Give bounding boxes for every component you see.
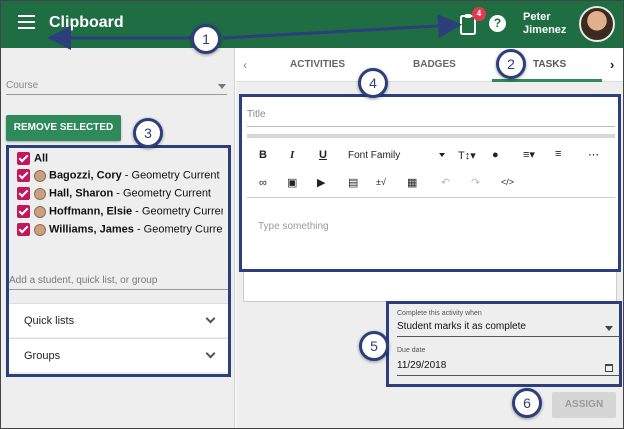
completion-select[interactable]: Student marks it as complete — [397, 321, 526, 332]
completion-label: Complete this activity when — [397, 310, 482, 317]
chevron-down-icon — [205, 348, 216, 359]
completion-settings: Complete this activity when Student mark… — [386, 301, 622, 387]
activity-panel: ‹ ACTIVITIES BADGES TASKS › Title B I U … — [236, 48, 623, 428]
checkbox-checked-icon[interactable] — [17, 169, 30, 182]
student-group: - Geometry Current — [133, 223, 223, 236]
tab-tasks[interactable]: TASKS — [533, 59, 566, 70]
toolbar-divider — [247, 134, 615, 138]
groups-label: Groups — [24, 350, 61, 362]
color-drop-icon[interactable]: ● — [492, 149, 499, 161]
student-row[interactable]: Hoffmann, Elsie - Geometry Current — [17, 205, 223, 222]
undo-icon[interactable]: ↶ — [441, 176, 450, 189]
underline-icon[interactable]: U — [319, 149, 327, 161]
callout-4: 4 — [358, 68, 388, 98]
font-family-select[interactable]: Font Family — [348, 150, 400, 161]
student-name: Williams, James — [49, 223, 134, 236]
callout-1: 1 — [191, 24, 221, 54]
select-all-row[interactable]: All — [17, 152, 223, 169]
chevron-down-icon[interactable] — [605, 326, 613, 331]
student-group: - Geometry Current — [132, 205, 223, 218]
app-window: Clipboard 4 ? Peter Jimenez Course REMOV… — [0, 0, 624, 429]
task-editor: Title B I U Font Family T↕▾ ● ≡▾ ≡ ⋯ ∞ ▣… — [239, 94, 621, 272]
student-name: Bagozzi, Cory — [49, 169, 122, 182]
student-row[interactable]: Hall, Sharon - Geometry Current — [17, 187, 223, 204]
bullet-list-icon[interactable]: ⋯ — [588, 148, 599, 161]
help-icon[interactable]: ? — [489, 15, 506, 32]
checkbox-checked-icon[interactable] — [17, 205, 30, 218]
tab-badges[interactable]: BADGES — [413, 59, 456, 70]
link-icon[interactable]: ∞ — [259, 177, 267, 189]
chevron-down-icon — [205, 313, 216, 324]
due-date-underline — [397, 375, 619, 376]
student-avatar — [34, 205, 46, 218]
remove-selected-button[interactable]: REMOVE SELECTED — [6, 115, 121, 141]
student-group: - Geometry Current — [121, 169, 220, 182]
notification-badge: 4 — [472, 7, 486, 21]
editor-body[interactable]: Type something — [258, 221, 329, 232]
table-icon[interactable]: ▦ — [407, 176, 417, 189]
top-app-bar: Clipboard 4 ? Peter Jimenez — [1, 1, 623, 48]
add-recipient-input[interactable]: Add a student, quick list, or group — [9, 272, 228, 290]
tab-bar: ‹ ACTIVITIES BADGES TASKS › — [236, 48, 623, 82]
chevron-left-icon[interactable]: ‹ — [243, 58, 247, 72]
video-icon[interactable]: ▶ — [317, 176, 325, 189]
user-name[interactable]: Peter Jimenez — [523, 11, 566, 37]
student-name: Hall, Sharon — [49, 187, 114, 200]
code-icon[interactable]: </> — [501, 177, 514, 187]
chevron-right-icon[interactable]: › — [610, 57, 614, 72]
student-row[interactable]: Williams, James - Geometry Current — [17, 223, 223, 240]
checkbox-checked-icon[interactable] — [17, 187, 30, 200]
groups-accordion[interactable]: Groups — [9, 338, 228, 372]
student-selection-box: All Bagozzi, Cory - Geometry Current Hal… — [6, 145, 231, 377]
align-icon[interactable]: ≡▾ — [523, 148, 535, 161]
chevron-down-icon[interactable] — [218, 84, 226, 89]
redo-icon[interactable]: ↷ — [471, 176, 480, 189]
chevron-down-icon — [439, 153, 445, 157]
recipient-panel: Course REMOVE SELECTED All Bagozzi, Cory… — [1, 48, 235, 428]
callout-6: 6 — [512, 388, 542, 418]
math-icon[interactable]: ±√ — [376, 177, 386, 187]
student-avatar — [34, 187, 46, 200]
font-size-icon[interactable]: T↕▾ — [458, 149, 476, 162]
student-name: Hoffmann, Elsie — [49, 205, 133, 218]
hamburger-menu-icon[interactable] — [18, 15, 35, 29]
tab-activities[interactable]: ACTIVITIES — [290, 59, 345, 70]
student-avatar — [34, 169, 46, 182]
ordered-list-icon[interactable]: ≡ — [555, 148, 561, 160]
student-group: - Geometry Current — [113, 187, 211, 200]
title-input[interactable]: Title — [247, 109, 615, 127]
quick-lists-accordion[interactable]: Quick lists — [9, 303, 228, 337]
editor-card-bottom — [243, 272, 617, 302]
completion-underline — [397, 336, 619, 337]
italic-icon[interactable]: I — [290, 149, 294, 161]
select-all-label: All — [34, 152, 49, 165]
callout-3: 3 — [133, 118, 163, 148]
file-icon[interactable]: ▤ — [348, 176, 358, 189]
student-row[interactable]: Bagozzi, Cory - Geometry Current — [17, 169, 223, 186]
checkbox-checked-icon[interactable] — [17, 223, 30, 236]
avatar[interactable] — [579, 6, 615, 42]
assign-button[interactable]: ASSIGN — [552, 392, 616, 418]
active-tab-indicator — [492, 79, 602, 82]
quick-lists-label: Quick lists — [24, 315, 75, 327]
callout-2: 2 — [496, 49, 526, 79]
course-select-underline — [6, 94, 227, 95]
image-icon[interactable]: ▣ — [287, 176, 297, 189]
user-last-name: Jimenez — [523, 24, 567, 36]
calendar-icon[interactable] — [605, 364, 613, 372]
user-first-name: Peter — [523, 11, 551, 23]
bold-icon[interactable]: B — [259, 149, 267, 161]
checkbox-checked-icon[interactable] — [17, 152, 30, 165]
app-title: Clipboard — [49, 14, 124, 31]
callout-5: 5 — [359, 331, 389, 361]
due-date-label: Due date — [397, 347, 426, 354]
course-select[interactable]: Course — [6, 80, 38, 91]
editor-divider — [247, 197, 615, 198]
student-avatar — [34, 223, 46, 236]
due-date-input[interactable]: 11/29/2018 — [397, 360, 446, 371]
